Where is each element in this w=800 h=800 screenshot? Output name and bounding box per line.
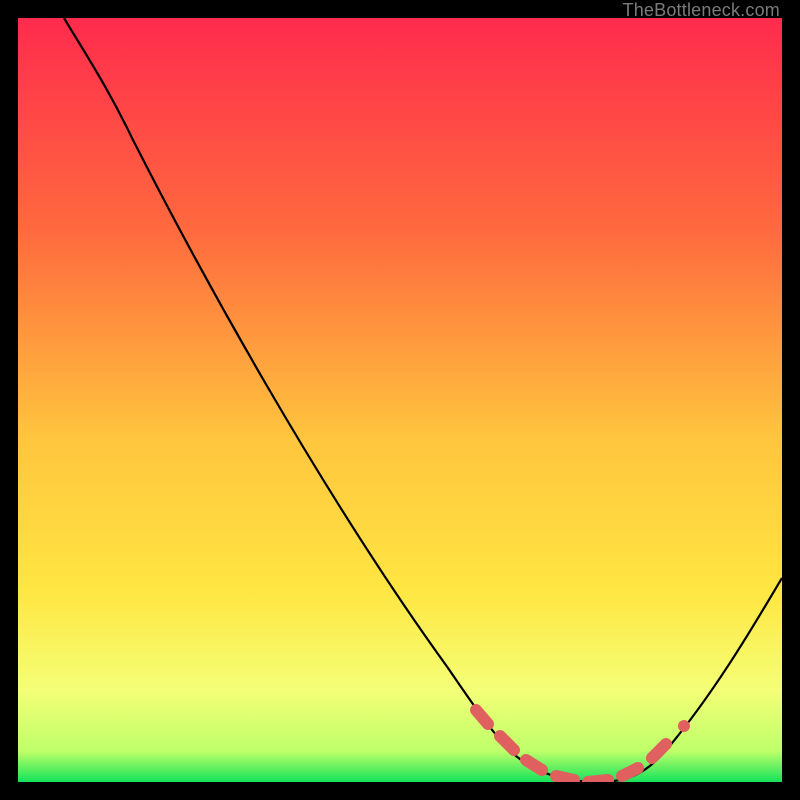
dash-icon — [476, 710, 488, 724]
dash-icon — [556, 776, 574, 780]
curve-layer — [18, 18, 782, 782]
attribution-text: TheBottleneck.com — [623, 0, 780, 21]
chart-frame — [18, 18, 782, 782]
dash-icon — [652, 744, 666, 758]
bottleneck-curve — [64, 18, 782, 782]
dash-icon — [588, 780, 608, 782]
dash-dot-icon — [678, 720, 690, 732]
dash-icon — [526, 760, 542, 770]
dash-icon — [622, 768, 638, 776]
dash-icon — [500, 736, 514, 750]
valley-dashes — [476, 710, 690, 782]
